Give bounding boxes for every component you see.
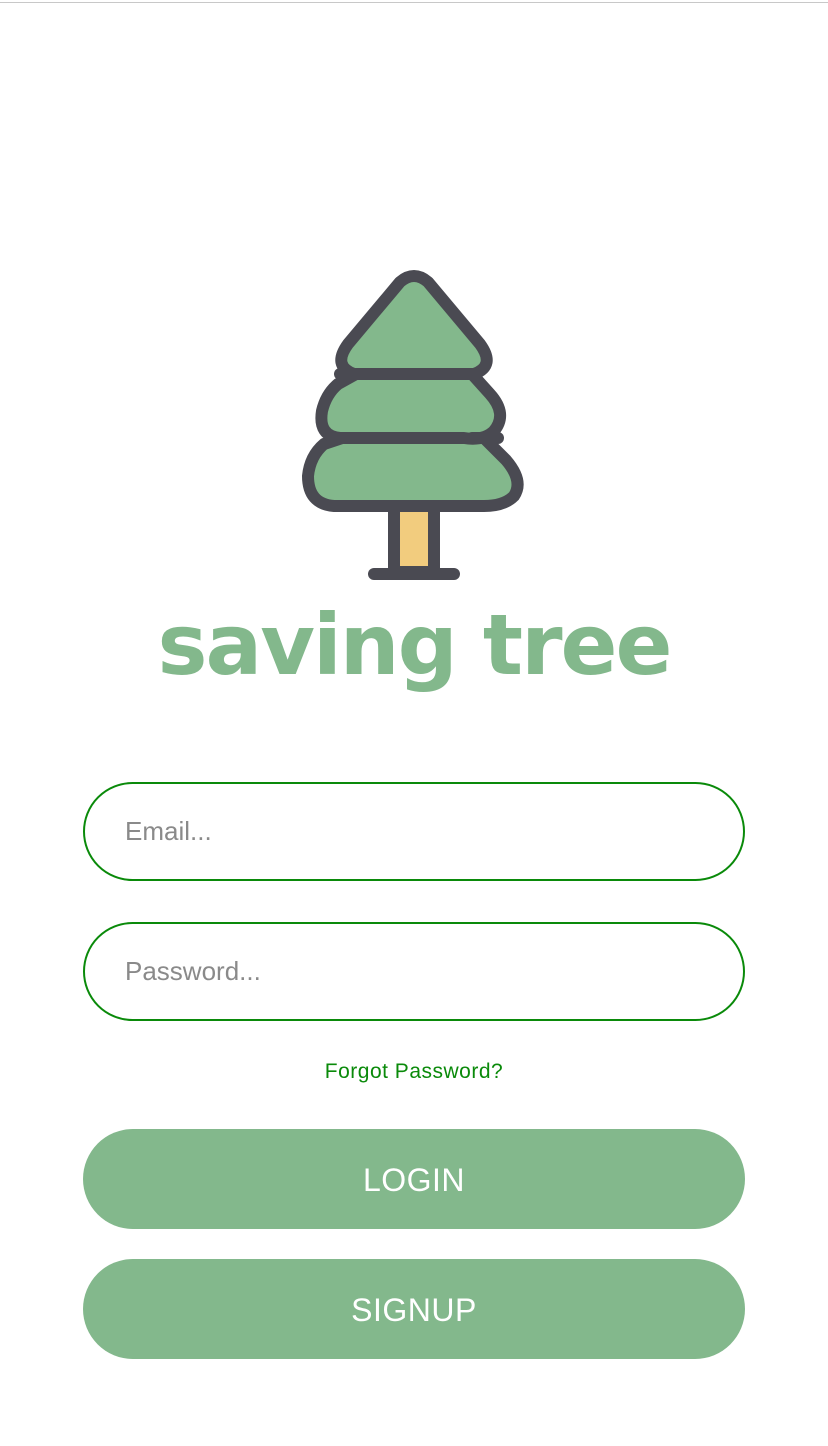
login-button[interactable]: LOGIN (83, 1129, 745, 1229)
top-divider (0, 2, 828, 3)
app-title: saving tree (157, 596, 673, 694)
signup-button[interactable]: SIGNUP (83, 1259, 745, 1359)
password-field[interactable] (83, 922, 745, 1021)
pine-tree-icon (302, 270, 524, 580)
email-field[interactable] (83, 782, 745, 881)
forgot-password-link[interactable]: Forgot Password? (0, 1060, 828, 1084)
